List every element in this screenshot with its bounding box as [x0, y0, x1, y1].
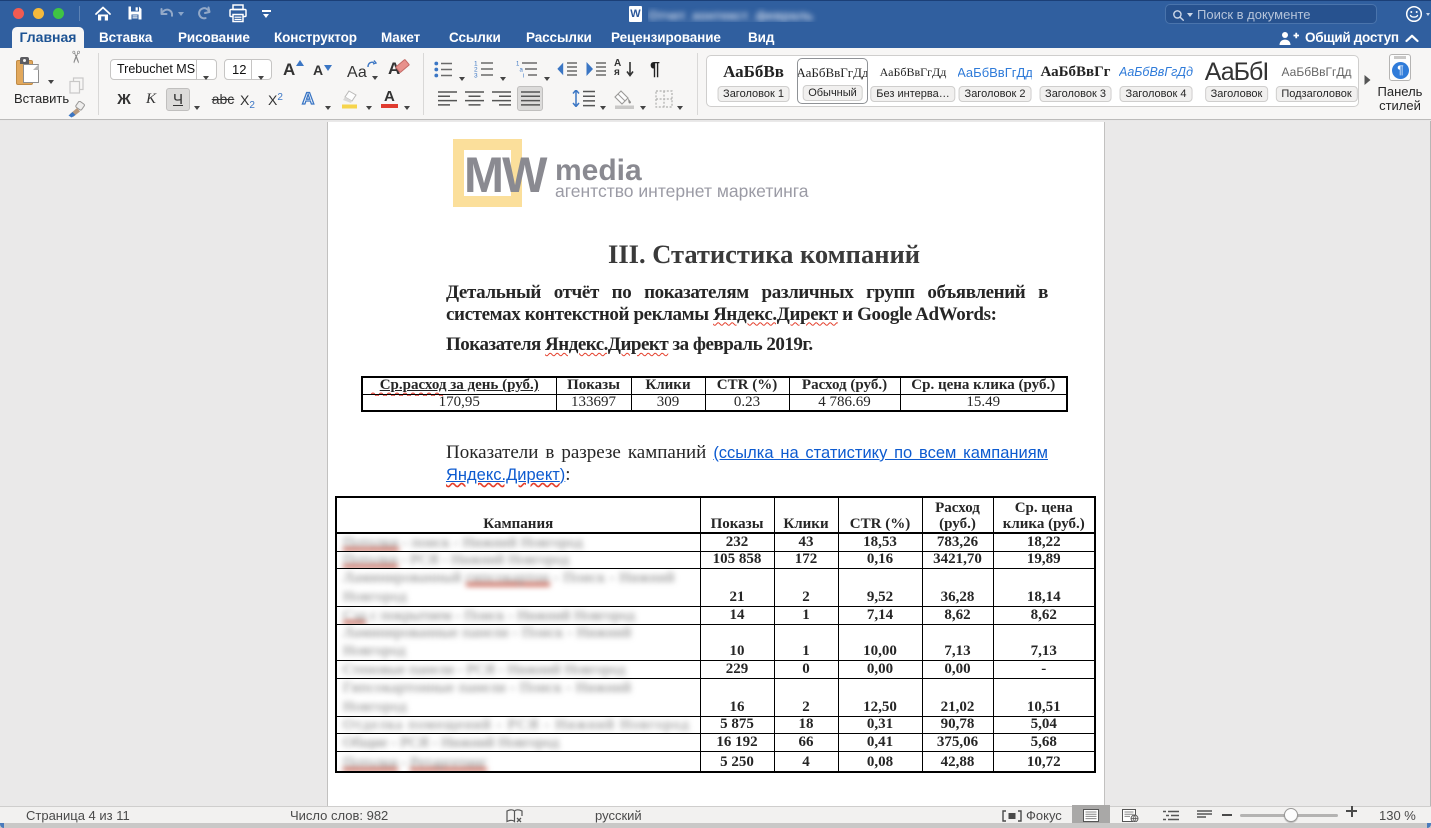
svg-text:3: 3 [474, 73, 478, 79]
svg-text:i: i [523, 74, 524, 79]
